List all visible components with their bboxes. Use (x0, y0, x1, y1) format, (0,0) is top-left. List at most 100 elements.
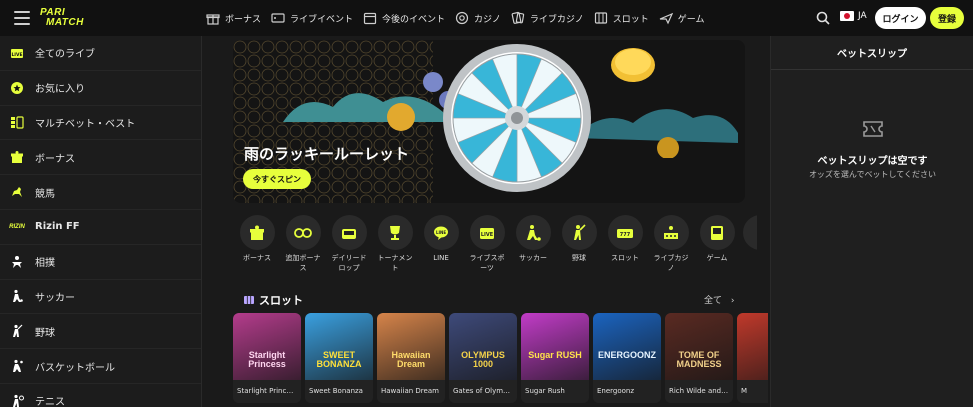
chip-icon (455, 11, 469, 25)
game-name: Starlight Prince... (233, 380, 301, 403)
category-games[interactable]: ゲーム (697, 215, 737, 263)
game-art-title: Hawaiian Dream (391, 350, 431, 369)
category-more[interactable] (743, 215, 757, 250)
slot-game-card[interactable]: Hawaiian Dream Hawaiian Dream (377, 313, 445, 403)
game-art-title: ENERGOONZ (597, 350, 656, 360)
sidebar-item-horse-racing[interactable]: 競馬 (0, 175, 201, 210)
gift-icon (250, 225, 264, 240)
category-baseball[interactable]: 野球 (559, 215, 599, 263)
chevron-right-icon: › (730, 296, 735, 306)
slot-game-card[interactable]: OLYMPUS 1000 Gates of Olymp... (449, 313, 517, 403)
game-thumbnail: Sugar RUSH (521, 313, 589, 380)
game-name: Energoonz (593, 380, 661, 403)
nav-games[interactable]: ゲーム (657, 0, 713, 36)
parimatch-logo[interactable]: PARI MATCH (40, 7, 98, 29)
category-label: ゲーム (706, 254, 728, 262)
category-extra-bonus[interactable]: 追加ボーナス (283, 215, 323, 273)
sidebar-item-tennis[interactable]: テニス (0, 384, 201, 407)
gift-icon (10, 150, 24, 164)
main-content: 雨のラッキールーレット 今すぐスピン ボーナス 追加ボーナス デイリードロップ … (202, 36, 768, 407)
multibet-icon (10, 115, 24, 130)
category-label: 追加ボーナス (285, 254, 321, 272)
game-name: Sugar Rush (521, 380, 589, 403)
gift-icon (206, 14, 220, 25)
game-name: Hawaiian Dream (377, 380, 445, 403)
nav-label: スロット (612, 14, 649, 25)
nav-bonus[interactable]: ボーナス (204, 0, 269, 36)
slot-game-card[interactable]: ENERGOONZ Energoonz (593, 313, 661, 403)
sidebar-item-basketball[interactable]: バスケットボール (0, 349, 201, 384)
sidebar-item-sumo[interactable]: 相撲 (0, 245, 201, 280)
register-button[interactable]: 登録 (930, 7, 964, 29)
sidebar-item-soccer[interactable]: サッカー (0, 280, 201, 315)
spin-now-button[interactable]: 今すぐスピン (243, 169, 311, 189)
slot-game-card[interactable]: TOME OF MADNESS Rich Wilde and t... (665, 313, 733, 403)
sidebar-item-multibet[interactable]: マルチベット・ベスト (0, 106, 201, 141)
game-art-title: TOME OF MADNESS (676, 350, 722, 369)
sidebar-item-bonus[interactable]: ボーナス (0, 140, 201, 176)
slot-game-card[interactable]: SWEET BONANZA Sweet Bonanza (305, 313, 373, 403)
category-bonus[interactable]: ボーナス (237, 215, 277, 263)
category-label: トーナメント (377, 254, 413, 272)
sidebar-item-all-live[interactable]: LIVE 全てのライブ (0, 36, 201, 71)
svg-text:LIVE: LIVE (481, 232, 494, 238)
slot-games-row: Starlight Princess Starlight Prince... SWE… (233, 313, 768, 407)
game-art-title: Sugar RUSH (528, 350, 582, 360)
sidebar-item-label: Rizin FF (35, 221, 80, 233)
see-all-link[interactable]: 全て › (704, 293, 735, 306)
category-tournament[interactable]: トーナメント (375, 215, 415, 273)
game-thumbnail: Starlight Princess (233, 313, 301, 380)
svg-text:777: 777 (620, 232, 631, 238)
horse-icon (10, 185, 24, 199)
category-daily-drop[interactable]: デイリードロップ (329, 215, 369, 273)
category-live-sports[interactable]: LIVE ライブスポーツ (467, 215, 507, 273)
nav-label: ライブイベント (290, 14, 354, 25)
live-icon: LIVE (10, 46, 24, 60)
sidebar-item-favorites[interactable]: お気に入り (0, 71, 201, 106)
category-soccer[interactable]: サッカー (513, 215, 553, 263)
category-live-casino[interactable]: ライブカジノ (651, 215, 691, 273)
category-label: デイリードロップ (331, 254, 367, 272)
cloud-decoration (283, 72, 457, 131)
game-thumbnail: SWEET BONANZA (305, 313, 373, 380)
live-casino-icon (664, 225, 678, 239)
sidebar-item-label: 野球 (35, 327, 55, 339)
category-row: ボーナス 追加ボーナス デイリードロップ トーナメント LINE LINE LI… (234, 215, 757, 275)
nav-upcoming-events[interactable]: 今後のイベント (361, 0, 453, 36)
empty-bet-slip-title: ベットスリップは空です (817, 156, 928, 167)
logo-text-bottom: MATCH (46, 17, 84, 28)
game-art-title: OLYMPUS 1000 (461, 350, 505, 369)
category-label: ライブカジノ (653, 254, 689, 272)
slots-section-header: スロット (243, 292, 303, 308)
cards-icon (511, 11, 525, 24)
category-label: 野球 (572, 254, 586, 262)
category-slots[interactable]: 777 スロット (605, 215, 645, 263)
sidebar-item-label: ボーナス (35, 153, 75, 165)
language-selector[interactable]: JA (840, 11, 867, 21)
slot-game-card[interactable]: Starlight Princess Starlight Prince... (233, 313, 301, 403)
game-thumbnail: OLYMPUS 1000 (449, 313, 517, 380)
bet-slip-panel: ベットスリップ ベットスリップは空です オッズを選んでベットしてください (770, 36, 973, 407)
language-code: JA (858, 11, 867, 21)
promo-banner[interactable]: 雨のラッキールーレット 今すぐスピン (233, 40, 745, 203)
nav-live-events[interactable]: ライブイベント (269, 0, 361, 36)
star-icon (10, 81, 24, 95)
search-icon[interactable] (815, 10, 831, 26)
nav-live-casino[interactable]: ライブカジノ (509, 0, 592, 36)
game-name: Sweet Bonanza (305, 380, 373, 403)
category-line[interactable]: LINE LINE (421, 215, 461, 263)
sidebar-item-baseball[interactable]: 野球 (0, 314, 201, 350)
soccer-icon (10, 289, 24, 303)
baseball-icon (10, 324, 24, 338)
nav-slots[interactable]: スロット (592, 0, 657, 36)
sidebar-item-rizin[interactable]: RIZIN Rizin FF (0, 210, 201, 245)
trophy-icon (390, 225, 400, 240)
nav-casino[interactable]: カジノ (453, 0, 509, 36)
roulette-wheel[interactable] (441, 42, 593, 194)
login-button[interactable]: ログイン (875, 7, 926, 29)
svg-text:LIVE: LIVE (11, 52, 22, 58)
slot-game-card[interactable]: M (737, 313, 768, 403)
slot-game-card[interactable]: Sugar RUSH Sugar Rush (521, 313, 589, 403)
menu-icon[interactable] (14, 11, 30, 25)
nav-label: ボーナス (225, 14, 262, 25)
